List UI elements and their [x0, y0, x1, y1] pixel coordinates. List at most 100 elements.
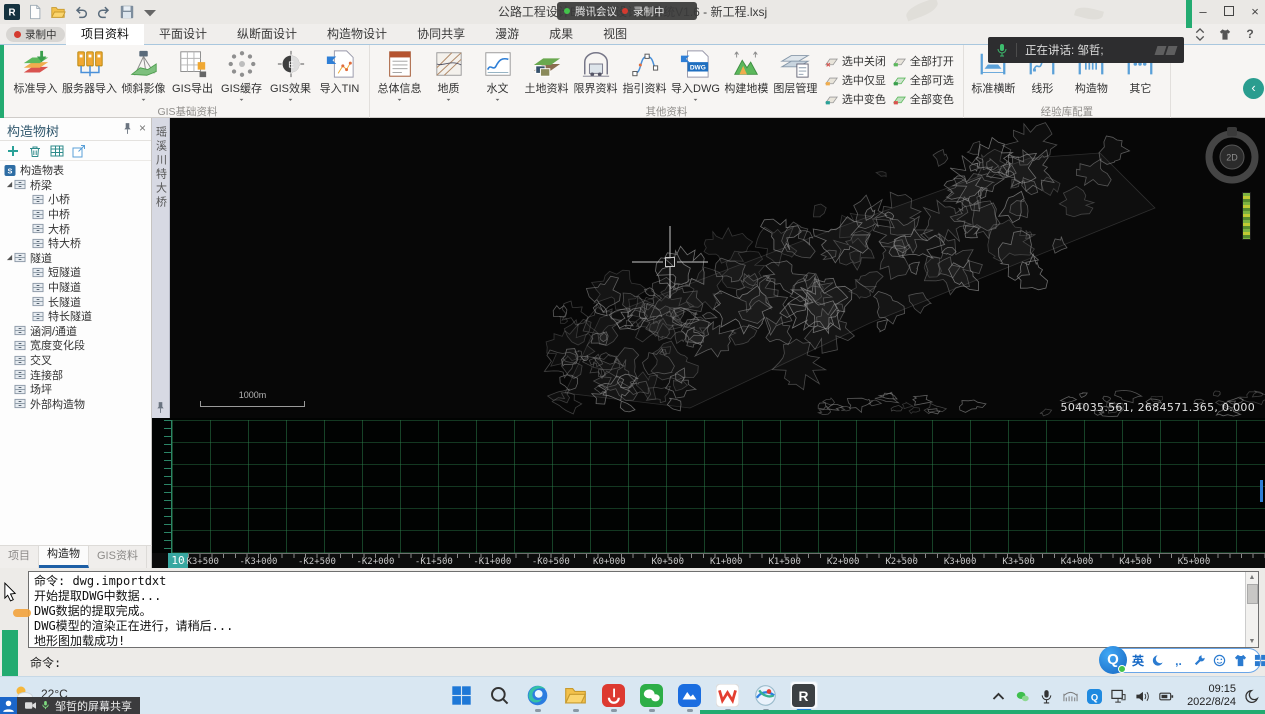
- ribbon-button-导入DWG[interactable]: DWG导入DWG: [669, 47, 722, 105]
- tree-item-隧道[interactable]: 隧道: [0, 251, 151, 266]
- scrollbar-thumb[interactable]: [1247, 584, 1258, 604]
- menu-tab-构造物设计[interactable]: 构造物设计: [312, 24, 402, 45]
- taskbar-app-wps[interactable]: [714, 681, 742, 709]
- ime-logo[interactable]: Q: [1099, 646, 1127, 674]
- panel-collapse-button[interactable]: ‹: [1243, 78, 1264, 99]
- menu-tab-项目资料[interactable]: 项目资料: [66, 24, 144, 45]
- add-structure-button[interactable]: [6, 144, 20, 158]
- station-axis[interactable]: 10 -K3+500-K3+000-K2+500-K2+000-K1+500-K…: [152, 553, 1265, 568]
- taskbar-app-globe-app[interactable]: [752, 681, 780, 709]
- navigation-compass[interactable]: 2D: [1200, 125, 1264, 189]
- tree-item-桥梁[interactable]: 桥梁: [0, 178, 151, 193]
- scroll-up-icon[interactable]: ▲: [1246, 572, 1258, 583]
- structure-table-button[interactable]: [50, 144, 64, 158]
- map-canvas[interactable]: 2D 1000m 504035.561, 2684571.365, 0.000: [170, 118, 1265, 418]
- bridge-tray-icon[interactable]: [1063, 689, 1078, 704]
- tree-item-宽度变化段[interactable]: 宽度变化段: [0, 338, 151, 353]
- taskbar-app-edge[interactable]: [524, 681, 552, 709]
- delete-structure-button[interactable]: [28, 144, 42, 158]
- qq-tray-icon[interactable]: Q: [1087, 689, 1102, 704]
- tree-item-短隧道[interactable]: 短隧道: [0, 265, 151, 280]
- ime-language-toggle[interactable]: 英: [1132, 652, 1144, 669]
- restore-button[interactable]: [1221, 3, 1237, 19]
- taskbar-app-search[interactable]: [486, 681, 514, 709]
- collapsed-panel-tab[interactable]: 瑶溪川特大桥: [152, 118, 170, 418]
- ime-shirt-icon[interactable]: [1234, 654, 1247, 667]
- meeting-speaking-overlay[interactable]: 正在讲话: 邹哲;: [988, 37, 1184, 63]
- ime-moon-icon[interactable]: [1152, 654, 1165, 667]
- command-scrollbar[interactable]: ▲ ▼: [1245, 572, 1258, 647]
- theme-shirt-icon[interactable]: [1218, 27, 1232, 41]
- taskbar-app-netease-music[interactable]: [600, 681, 628, 709]
- tree-item-场坪[interactable]: 场坪: [0, 382, 151, 397]
- pin-icon[interactable]: [156, 401, 165, 414]
- meeting-overlay-pill[interactable]: 腾讯会议 录制中: [557, 2, 697, 20]
- ribbon-small-button-全部可选[interactable]: 全部可选: [892, 72, 954, 88]
- menu-tab-协同共享[interactable]: 协同共享: [402, 24, 480, 45]
- close-panel-icon[interactable]: ×: [139, 122, 146, 135]
- tree-item-大桥[interactable]: 大桥: [0, 221, 151, 236]
- ribbon-small-button-选中关闭[interactable]: 选中关闭: [824, 53, 886, 69]
- taskbar-app-wechat[interactable]: [638, 681, 666, 709]
- tree-item-连接部[interactable]: 连接部: [0, 367, 151, 382]
- taskbar-clock[interactable]: 09:152022/8/24: [1187, 683, 1236, 709]
- ribbon-button-水文[interactable]: 水文: [473, 47, 522, 105]
- ribbon-button-倾斜影像[interactable]: 倾斜影像: [119, 47, 168, 105]
- ribbon-button-土地资料[interactable]: 土地资料: [522, 47, 571, 105]
- ribbon-small-button-选中仅显[interactable]: 选中仅显: [824, 72, 886, 88]
- ribbon-button-GIS效果[interactable]: EGIS效果: [266, 47, 315, 105]
- screen-share-banner[interactable]: 邹哲的屏幕共享: [0, 697, 140, 714]
- tree-item-中隧道[interactable]: 中隧道: [0, 280, 151, 295]
- profile-scroll-mark[interactable]: [1260, 480, 1263, 502]
- ribbon-button-GIS导出[interactable]: GIS导出: [168, 47, 217, 105]
- menu-tab-成果[interactable]: 成果: [534, 24, 588, 45]
- panel-tab-构造物[interactable]: 构造物: [39, 546, 89, 568]
- ribbon-button-限界资料[interactable]: 限界资料: [571, 47, 620, 105]
- ribbon-button-导入TIN[interactable]: 导入TIN: [315, 47, 364, 105]
- open-folder-icon[interactable]: [49, 4, 66, 21]
- menu-tab-纵断面设计[interactable]: 纵断面设计: [222, 24, 312, 45]
- wechat-tray-icon[interactable]: [1015, 689, 1030, 704]
- pin-icon[interactable]: [123, 122, 132, 135]
- undo-icon[interactable]: [72, 4, 89, 21]
- ribbon-button-总体信息[interactable]: 总体信息: [375, 47, 424, 105]
- tree-item-中桥[interactable]: 中桥: [0, 207, 151, 222]
- ime-grid-icon[interactable]: [1254, 654, 1265, 667]
- chevron-up-icon[interactable]: [991, 689, 1006, 704]
- display-tray-icon[interactable]: [1111, 689, 1126, 704]
- expander-icon[interactable]: [4, 181, 14, 188]
- menu-tab-视图[interactable]: 视图: [588, 24, 642, 45]
- new-doc-icon[interactable]: [26, 4, 43, 21]
- ribbon-button-构建地模[interactable]: 构建地模: [722, 47, 771, 105]
- tree-item-特大桥[interactable]: 特大桥: [0, 236, 151, 251]
- taskbar-app-explorer[interactable]: [562, 681, 590, 709]
- moon-tray-icon[interactable]: [1245, 689, 1260, 704]
- panel-tab-GIS资料[interactable]: GIS资料: [89, 546, 147, 568]
- ribbon-button-标准导入[interactable]: 标准导入: [11, 47, 60, 105]
- tree-item-特长隧道[interactable]: 特长隧道: [0, 309, 151, 324]
- ribbon-button-指引资料[interactable]: 指引资料: [620, 47, 669, 105]
- taskbar-app-tencent-meeting[interactable]: [676, 681, 704, 709]
- taskbar-app-r-app[interactable]: R: [790, 681, 818, 709]
- export-button[interactable]: [72, 144, 86, 158]
- tree-item-交叉[interactable]: 交叉: [0, 353, 151, 368]
- tree-item-长隧道[interactable]: 长隧道: [0, 294, 151, 309]
- battery-tray-icon[interactable]: [1159, 689, 1174, 704]
- profile-view[interactable]: [152, 418, 1265, 553]
- close-button[interactable]: ×: [1247, 3, 1263, 19]
- ime-wrench-icon[interactable]: [1193, 654, 1206, 667]
- tree-item-外部构造物[interactable]: 外部构造物: [0, 397, 151, 412]
- save-icon[interactable]: [118, 4, 135, 21]
- volume-tray-icon[interactable]: [1135, 689, 1150, 704]
- ribbon-button-图层管理[interactable]: 图层管理: [771, 47, 820, 105]
- redo-icon[interactable]: [95, 4, 112, 21]
- help-icon[interactable]: ?: [1243, 27, 1257, 41]
- taskbar-app-start[interactable]: [448, 681, 476, 709]
- ribbon-button-地质[interactable]: 地质: [424, 47, 473, 105]
- ime-toolbar[interactable]: Q 英 ,.: [1101, 648, 1261, 673]
- tree-item-构造物表[interactable]: S构造物表: [0, 163, 151, 178]
- scroll-down-icon[interactable]: ▼: [1246, 636, 1258, 647]
- command-history[interactable]: 命令: dwg.importdxt开始提取DWG中数据...DWG数据的提取完成…: [28, 571, 1259, 648]
- minimize-button[interactable]: –: [1195, 3, 1211, 19]
- menu-tab-平面设计[interactable]: 平面设计: [144, 24, 222, 45]
